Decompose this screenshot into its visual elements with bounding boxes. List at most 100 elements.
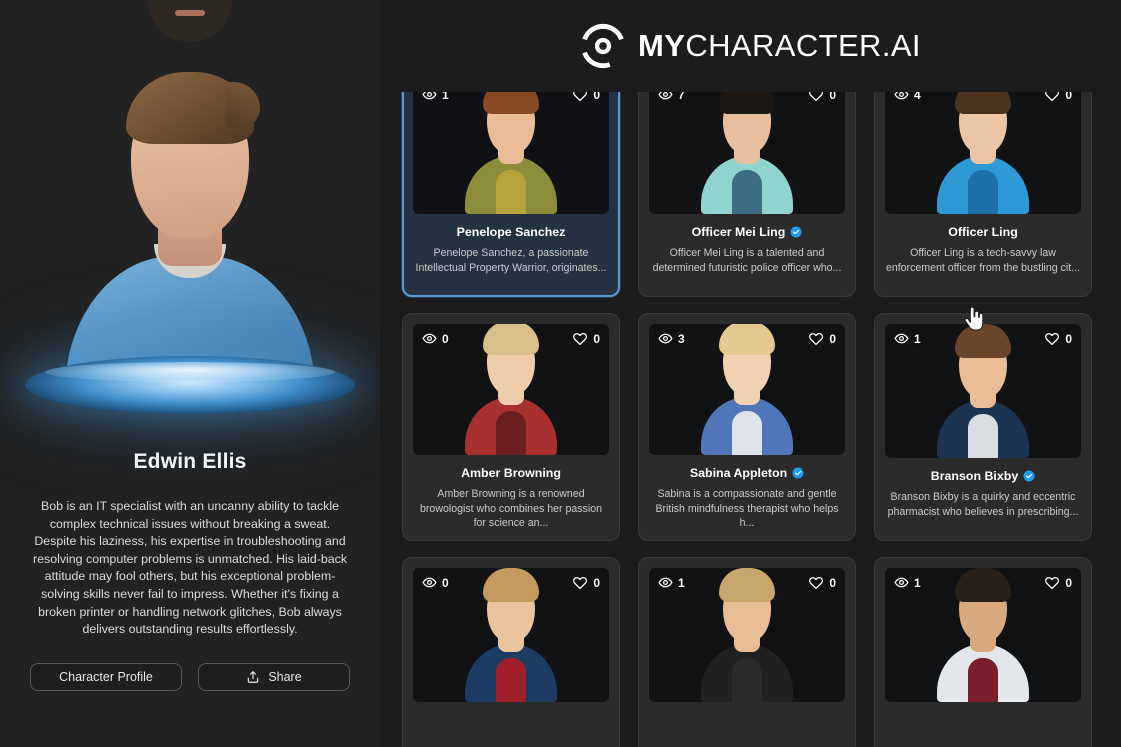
heart-icon [809,576,824,590]
character-card-name: Branson Bixby [930,469,1019,483]
heart-icon [1045,576,1060,590]
view-count-value: 1 [914,331,921,346]
character-description: Bob is an IT specialist with an uncanny … [32,499,348,637]
character-portrait [701,324,793,456]
character-grid-scroll-area[interactable]: 1 0 Penelope Sanchez Penelope Sanchez, a… [380,92,1121,747]
eye-icon [658,333,673,344]
character-card-name: Amber Browning [461,466,561,481]
character-card[interactable]: 1 0 [874,557,1092,747]
like-count-value: 0 [1065,575,1072,590]
character-portrait [937,568,1029,702]
character-portrait [937,92,1029,214]
character-card-description: Sabina is a compassionate and gentle Bri… [655,488,839,530]
view-count-value: 3 [678,331,685,346]
heart-icon [573,576,588,590]
character-card-media: 1 0 [413,92,609,214]
eye-icon [894,577,909,588]
like-count-value: 0 [829,331,836,346]
view-count: 1 [422,92,449,102]
view-count: 0 [422,575,449,590]
character-name: Edwin Ellis [133,450,247,473]
share-label: Share [268,669,302,684]
like-count-value: 0 [593,331,600,346]
character-card[interactable]: 3 0 Sabina Appleton Sabina is a compassi… [638,313,856,541]
character-portrait [465,568,557,702]
eye-icon [894,92,909,100]
app-root: Edwin Ellis Bob is an IT specialist with… [0,0,1121,747]
brand-name-rest: CHARACTER.AI [685,28,921,63]
character-portrait [701,92,793,214]
character-card-media: 0 0 [413,324,609,456]
eye-icon [422,577,437,588]
like-count[interactable]: 0 [808,92,836,102]
like-count-value: 0 [1065,331,1072,346]
like-count[interactable]: 0 [1044,331,1072,346]
character-portrait [465,92,557,214]
view-count-value: 1 [914,575,921,590]
like-count[interactable]: 0 [1044,575,1072,590]
character-card[interactable]: 1 0 [638,557,856,747]
share-button[interactable]: Share [198,662,350,691]
character-card-media: 0 0 [413,568,609,702]
like-count-value: 0 [829,575,836,590]
eye-icon [658,92,673,100]
character-card[interactable]: 1 0 Branson Bixby Branson Bixby is a qui… [874,313,1092,541]
eye-icon [658,577,673,588]
character-card-media: 1 0 [885,568,1081,702]
brand-name-bold: MY [638,28,686,63]
character-card[interactable]: 4 0 Officer Ling Officer Ling is a tech-… [874,92,1092,297]
view-count-value: 0 [442,575,449,590]
character-card-media: 1 0 [649,568,845,702]
character-card[interactable]: 1 0 Penelope Sanchez Penelope Sanchez, a… [402,92,620,297]
heart-icon [573,92,588,102]
eye-icon [422,333,437,344]
heart-icon [573,332,588,346]
view-count-value: 1 [442,92,449,102]
share-upload-icon [248,671,259,683]
like-count[interactable]: 0 [572,331,600,346]
character-detail-panel: Edwin Ellis Bob is an IT specialist with… [0,0,380,747]
view-count-value: 1 [678,575,685,590]
like-count-value: 0 [829,92,836,102]
verified-badge-icon [1023,470,1035,482]
character-card-media: 3 0 [649,324,845,456]
eye-icon [422,92,437,100]
character-card[interactable]: 7 0 Officer Mei Ling Officer Mei Ling is… [638,92,856,297]
like-count-value: 0 [593,575,600,590]
character-card-name: Officer Ling [948,225,1018,239]
like-count[interactable]: 0 [808,575,836,590]
character-actions: Character Profile Share [30,662,350,691]
character-profile-label: Character Profile [59,669,153,684]
character-card-media: 4 0 [885,92,1081,214]
character-profile-button[interactable]: Character Profile [30,662,182,691]
character-card-title: Officer Mei Ling [649,225,845,239]
character-portrait [465,324,557,456]
character-card-title: Sabina Appleton [649,466,845,480]
character-card-title: Officer Ling [885,225,1081,239]
verified-badge-icon [792,467,804,479]
character-card-name: Officer Mei Ling [691,225,786,239]
character-card-media: 1 0 [885,324,1081,458]
heart-icon [809,92,824,102]
character-card[interactable]: 0 0 [402,557,620,747]
character-card-media: 7 0 [649,92,845,214]
heart-icon [809,332,824,346]
view-count: 1 [894,575,921,590]
character-card-description: Amber Browning is a renowned browologist… [420,488,602,530]
app-header: MYCHARACTER.AI [380,0,1121,92]
circular-target-logo-icon [582,23,624,69]
character-card-name: Penelope Sanchez [456,225,566,239]
character-portrait [937,324,1029,458]
like-count[interactable]: 0 [572,92,600,102]
like-count[interactable]: 0 [1044,92,1072,102]
avatar-pedestal [25,356,355,414]
character-card[interactable]: 0 0 Amber Browning Amber Browning is a r… [402,313,620,541]
like-count[interactable]: 0 [572,575,600,590]
view-count: 1 [658,575,685,590]
character-card-description: Branson Bixby is a quirky and eccentric … [887,491,1079,518]
heart-icon [1045,92,1060,102]
view-count-value: 0 [442,331,449,346]
view-count-value: 7 [678,92,685,102]
like-count-value: 0 [1065,92,1072,102]
like-count[interactable]: 0 [808,331,836,346]
